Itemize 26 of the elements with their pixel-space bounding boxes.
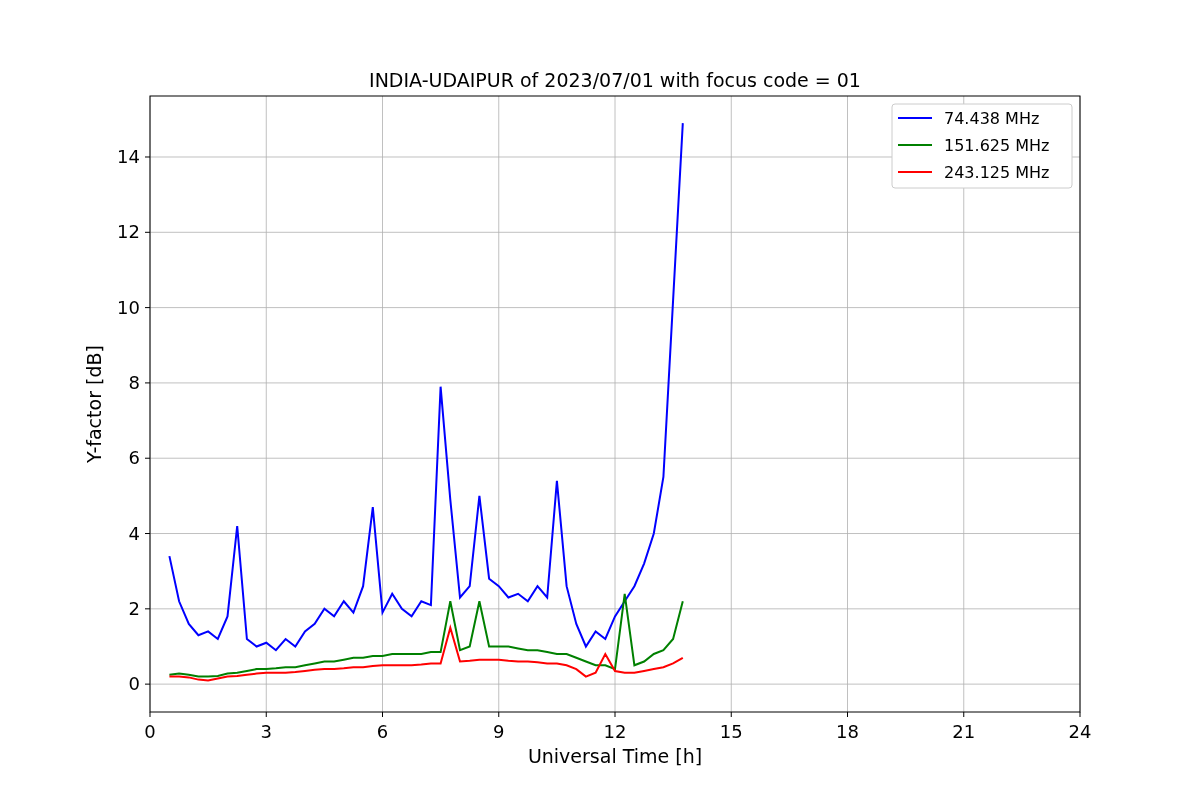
legend-line [897, 171, 933, 173]
legend-label: 243.125 MHz [944, 163, 1050, 182]
tick-label: 12 [603, 721, 627, 742]
tick-label: 15 [719, 721, 743, 742]
tick-label: 0 [128, 673, 140, 695]
legend-line [897, 117, 933, 119]
tick-label: 3 [260, 721, 272, 742]
tick-label: 18 [836, 721, 859, 742]
tick-label: 12 [117, 221, 140, 243]
legend-label: 151.625 MHz [944, 136, 1050, 155]
tick-label: 9 [493, 721, 505, 742]
axis-label: Y-factor [dB] [83, 345, 105, 463]
tick-label: 21 [952, 721, 976, 742]
tick-label: 6 [376, 721, 389, 742]
tick-label: 8 [128, 371, 140, 393]
tick-label: 2 [128, 597, 140, 619]
axis-label: Universal Time [h] [527, 745, 703, 767]
tick-label: 0 [144, 721, 156, 742]
legend-line [897, 144, 933, 146]
tick-label: 6 [128, 447, 140, 469]
chart-title: INDIA-UDAIPUR of 2023/07/01 with focus code = 01 [369, 69, 861, 91]
tick-label: 4 [128, 522, 140, 544]
tick-label: 14 [117, 146, 140, 167]
tick-label: 10 [117, 296, 140, 318]
tick-label: 24 [1068, 721, 1092, 742]
legend-label: 74.438 MHz [944, 109, 1040, 128]
